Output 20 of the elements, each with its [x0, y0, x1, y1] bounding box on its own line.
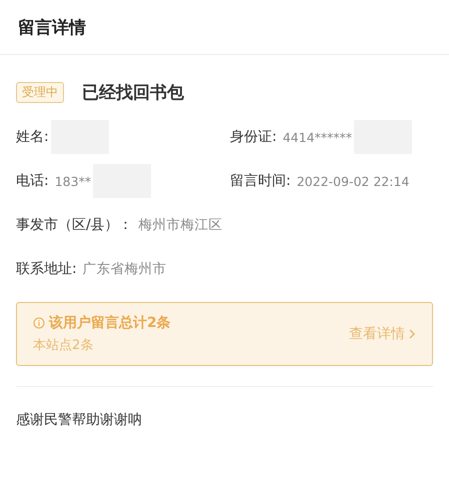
chevron-right-icon [408, 329, 416, 339]
field-value: 梅州市梅江区 [138, 216, 223, 234]
info-icon [33, 317, 45, 329]
notice-subtitle: 本站点2条 [33, 337, 94, 354]
field-label: 事发市（区/县）： [16, 216, 133, 234]
field-label: 联系地址: [16, 260, 77, 278]
field-value: 广东省梅州市 [82, 260, 167, 278]
message-subject: 已经找回书包 [82, 82, 184, 104]
page-title: 留言详情 [18, 16, 86, 38]
field-label: 电话: [16, 172, 49, 190]
status-badge: 受理中 [16, 82, 64, 103]
field-value: 183** [54, 174, 92, 188]
field-value: 4414****** [282, 130, 352, 144]
field-label: 留言时间: [230, 172, 291, 190]
view-details-link[interactable]: 查看详情 [349, 325, 416, 343]
notice-title: 该用户留言总计2条 [49, 314, 171, 332]
field-value: 2022-09-02 22:14 [296, 174, 410, 188]
field-label: 身份证: [230, 128, 277, 146]
message-text: 感谢民警帮助谢谢呐 [16, 411, 143, 429]
field-label: 姓名: [16, 128, 49, 146]
